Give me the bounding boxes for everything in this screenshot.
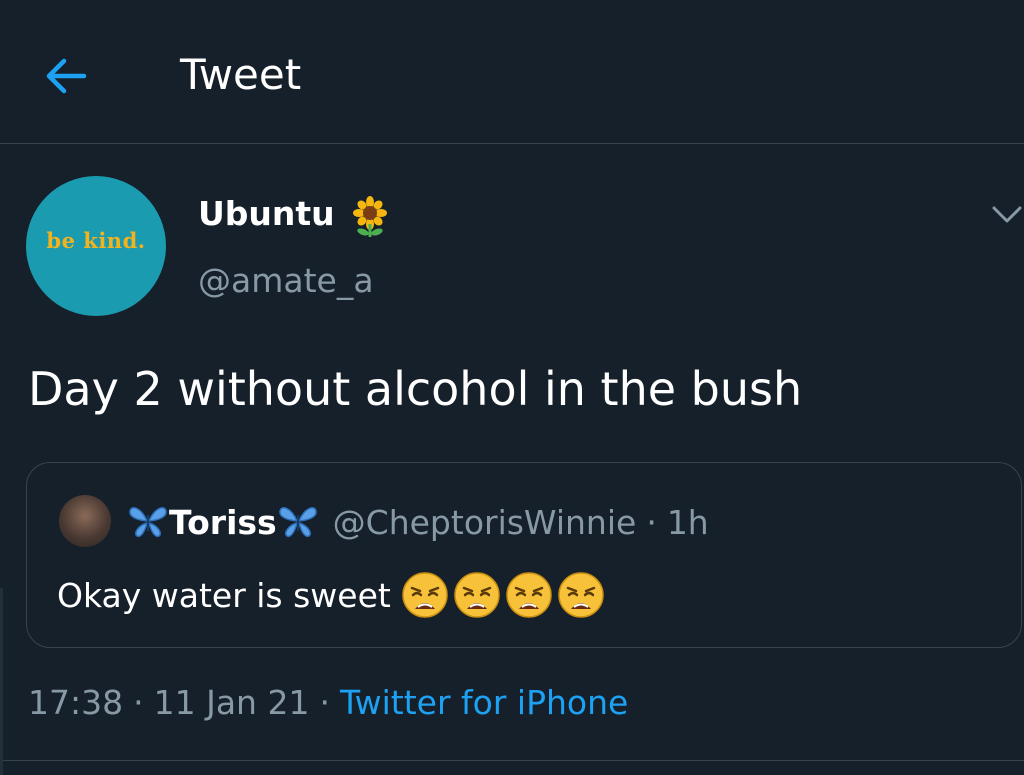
- edge-shadow: [0, 588, 3, 775]
- quoted-time: 1h: [666, 502, 709, 542]
- quoted-text: Okay water is sweet: [57, 575, 391, 615]
- arrow-left-icon: [46, 58, 87, 94]
- author-display-name[interactable]: Ubuntu: [198, 191, 335, 237]
- tweet-source-link[interactable]: Twitter for iPhone: [340, 683, 628, 722]
- meta-separator: ·: [319, 682, 330, 722]
- quoted-display-name: Toriss: [169, 502, 277, 542]
- tweet-date: 11 Jan 21: [153, 682, 310, 722]
- quoted-tweet-card[interactable]: Toriss @CheptorisWinnie · 1h Okay water …: [26, 462, 1022, 648]
- author-handle[interactable]: @amate_a: [198, 258, 374, 304]
- sunflower-icon: [353, 196, 387, 237]
- tweet-meta: 17:38 · 11 Jan 21 · Twitter for iPhone: [28, 676, 628, 728]
- quoted-handle: @CheptorisWinnie: [332, 502, 637, 542]
- back-button[interactable]: [40, 50, 92, 102]
- quoted-avatar: [59, 495, 111, 547]
- more-options-button[interactable]: [990, 200, 1024, 230]
- avatar-text: be kind.: [46, 228, 146, 253]
- quoted-text-row: Okay water is sweet: [57, 567, 609, 623]
- divider: [0, 760, 1024, 761]
- weary-face-icon: [402, 572, 448, 618]
- chevron-down-icon: [992, 206, 1022, 223]
- top-bar: Tweet: [0, 0, 1024, 144]
- quoted-header: Toriss @CheptorisWinnie · 1h: [127, 495, 709, 549]
- avatar[interactable]: be kind.: [26, 176, 166, 316]
- weary-face-icon: [558, 572, 604, 618]
- meta-separator: ·: [133, 682, 144, 722]
- emoji-row: [401, 571, 609, 619]
- page-title: Tweet: [180, 50, 302, 99]
- tweet-text: Day 2 without alcohol in the bush: [28, 362, 803, 416]
- butterfly-icon: [129, 507, 167, 538]
- weary-face-icon: [506, 572, 552, 618]
- tweet-time: 17:38: [28, 682, 124, 722]
- quoted-separator: ·: [646, 502, 657, 542]
- weary-face-icon: [454, 572, 500, 618]
- butterfly-icon: [278, 507, 317, 538]
